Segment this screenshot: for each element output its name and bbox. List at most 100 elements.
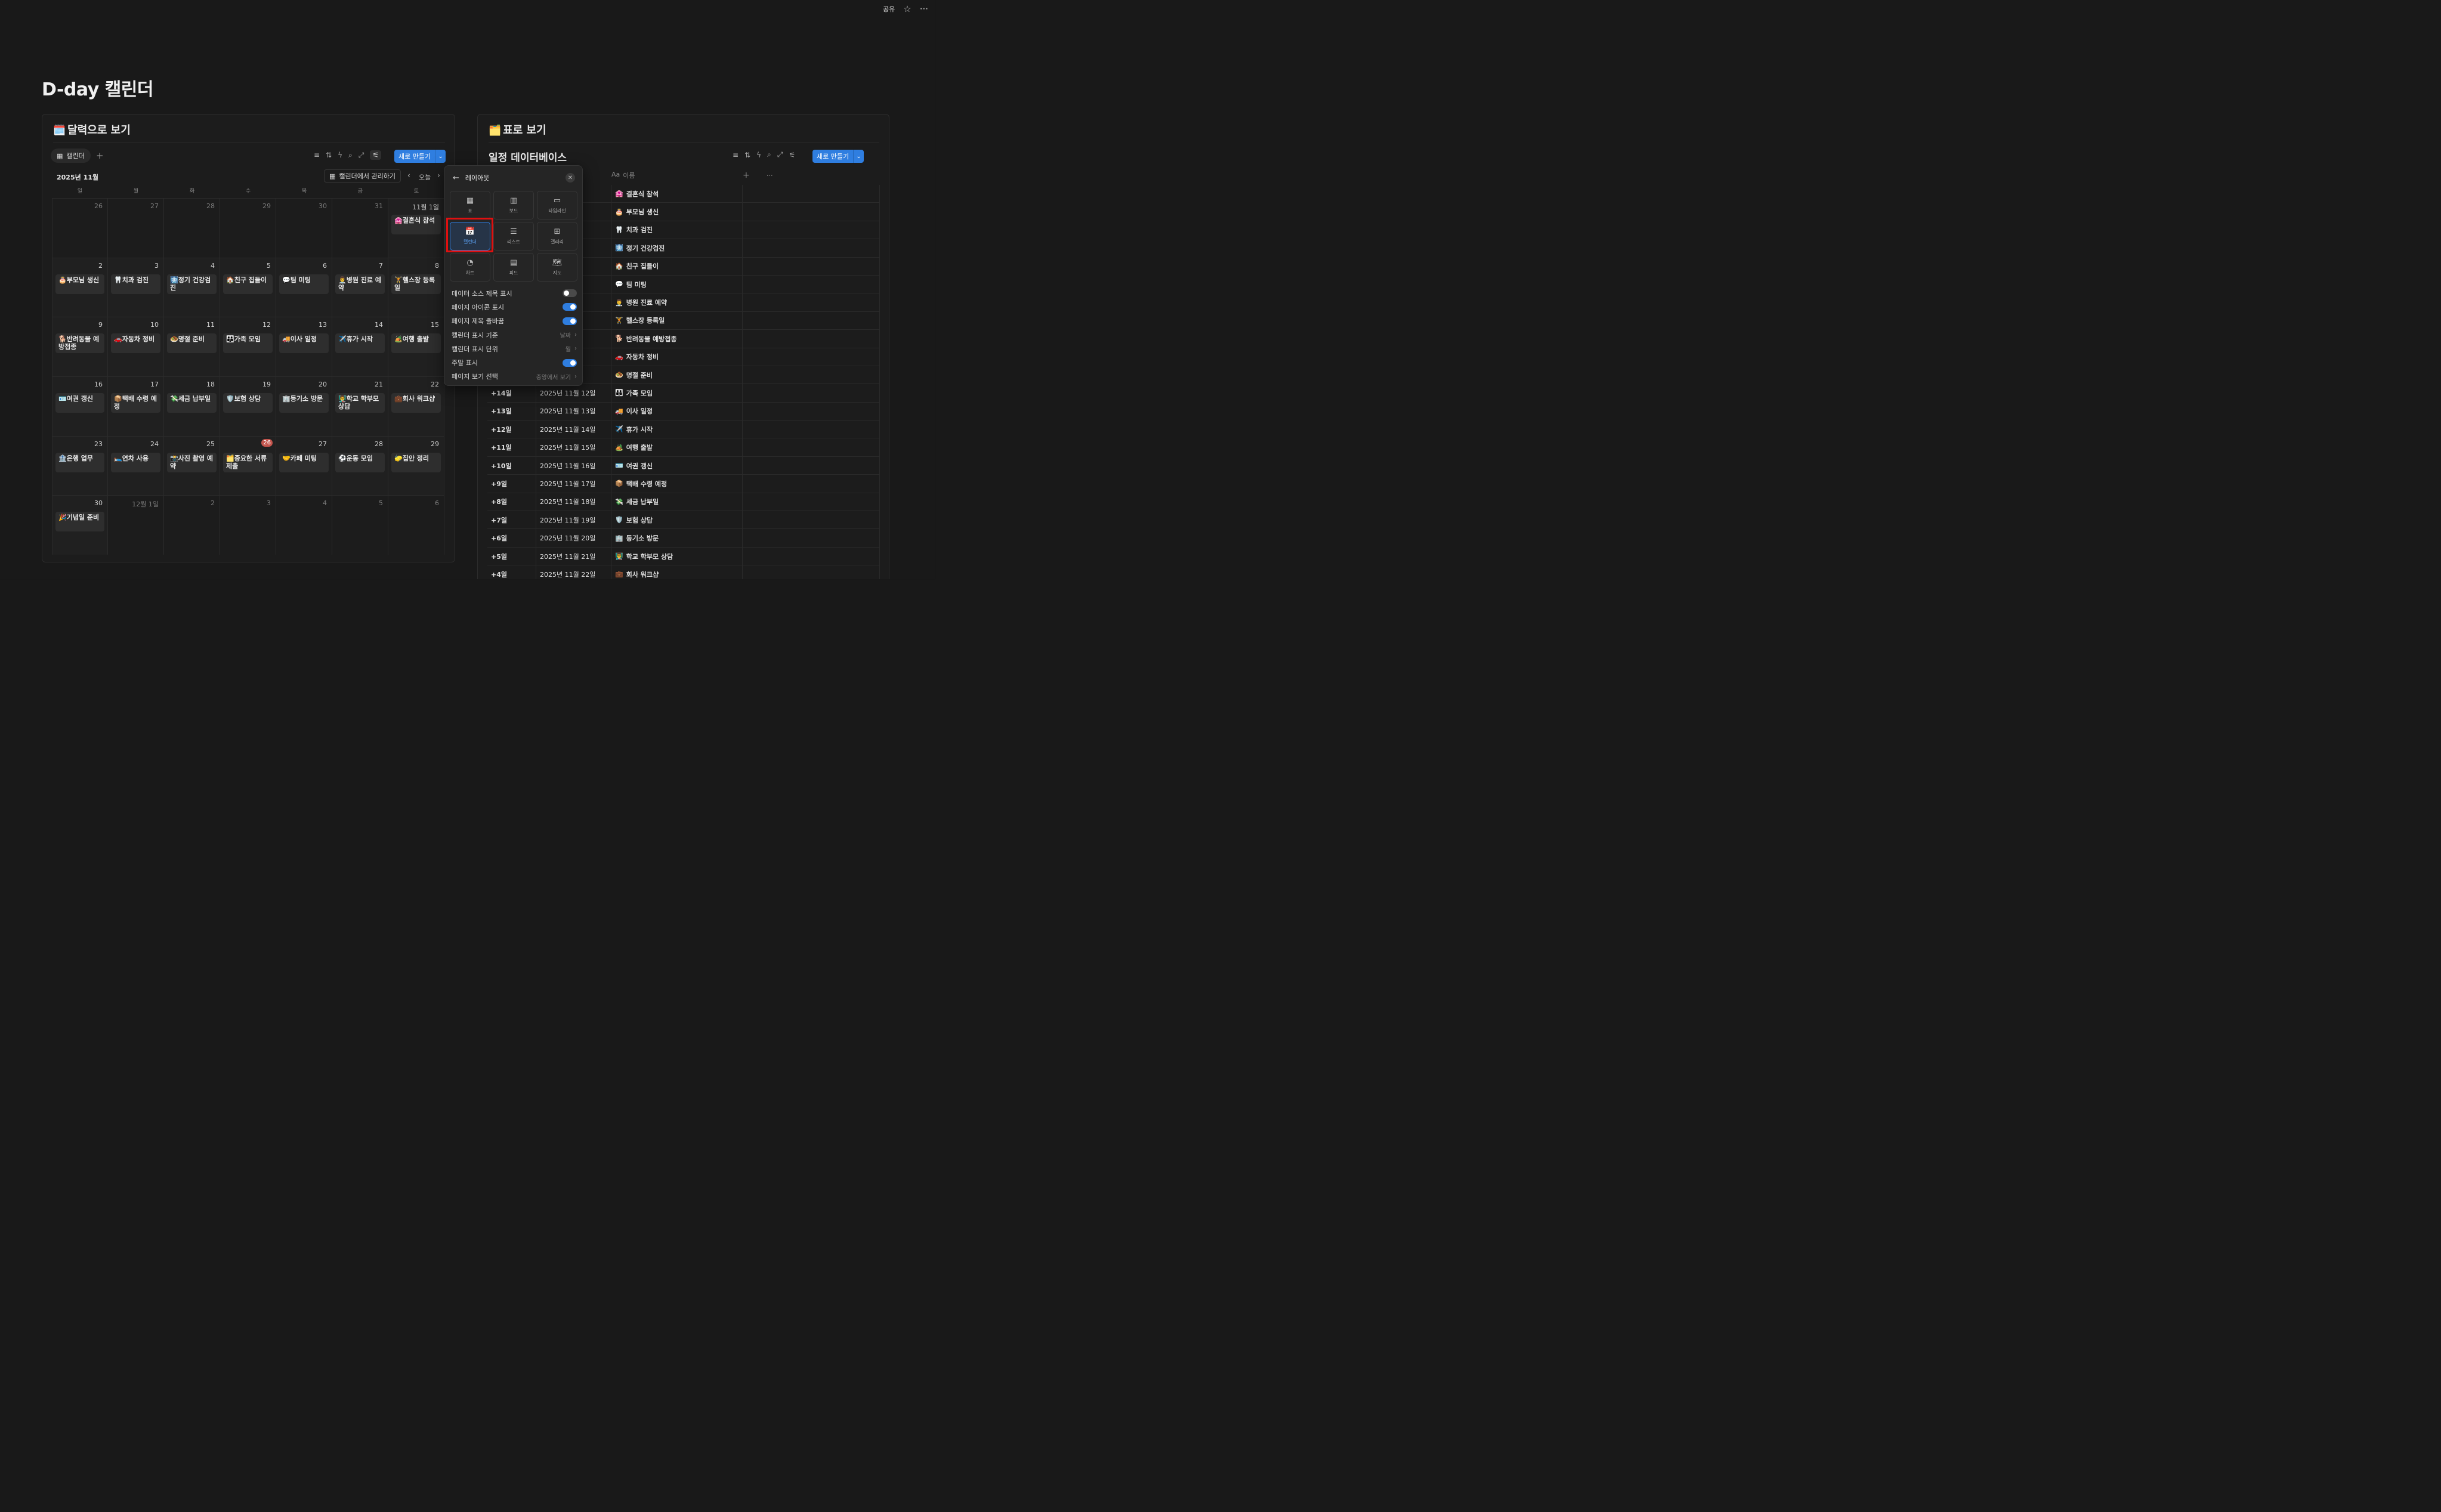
prev-month-icon[interactable]: ‹ xyxy=(407,171,410,180)
name-cell[interactable]: 💸 세금 납부일 xyxy=(611,493,743,511)
star-icon[interactable]: ☆ xyxy=(903,4,911,14)
automation-icon[interactable]: ϟ xyxy=(338,151,342,159)
toggle-switch[interactable] xyxy=(563,317,577,325)
calendar-event[interactable]: 🛡️보험 상담 xyxy=(223,393,273,413)
calendar-day-cell[interactable]: 21 👨‍🏫학교 학부모 상담 xyxy=(332,376,389,436)
calendar-day-cell[interactable]: 17 📦택배 수령 예정 xyxy=(108,376,165,436)
name-cell[interactable]: 🏩 결혼식 참석 xyxy=(611,185,743,203)
filter-icon[interactable]: ≡ xyxy=(733,151,739,159)
calendar-day-cell[interactable]: 9 🐕반려동물 예방접종 xyxy=(52,317,109,377)
name-cell[interactable]: 🏋️ 헬스장 등록일 xyxy=(611,311,743,330)
calendar-day-cell[interactable]: 29 xyxy=(220,198,277,258)
name-cell[interactable]: 🐕 반려동물 예방접종 xyxy=(611,330,743,348)
calendar-day-cell[interactable]: 18 💸세금 납부일 xyxy=(164,376,221,436)
toggle-switch[interactable] xyxy=(563,289,577,298)
table-row[interactable]: +13일 2025년 11월 13일 🚚 이사 일정 xyxy=(487,402,880,421)
layout-setting-row[interactable]: 주말 표시 xyxy=(452,355,577,369)
calendar-day-cell[interactable]: 28 ⚽운동 모임 xyxy=(332,435,389,496)
name-cell[interactable]: 🎂 부모님 생신 xyxy=(611,203,743,221)
table-row[interactable]: +14일 2025년 11월 12일 👪 가족 모임 xyxy=(487,384,880,403)
name-cell[interactable]: 👪 가족 모임 xyxy=(611,384,743,402)
calendar-day-cell[interactable]: 25 📸사진 촬영 예약 xyxy=(164,435,221,496)
expand-icon[interactable]: ⤢ xyxy=(777,150,783,159)
name-cell[interactable]: 🚚 이사 일정 xyxy=(611,402,743,420)
layout-option[interactable]: 🗺 지도 xyxy=(537,253,578,282)
calendar-day-cell[interactable]: 31 xyxy=(332,198,389,258)
calendar-day-cell[interactable]: 3 xyxy=(220,495,277,555)
layout-option[interactable]: ▦ 표 xyxy=(450,191,491,220)
table-row[interactable]: +10일 2025년 11월 16일 🪪 여권 갱신 xyxy=(487,456,880,475)
calendar-event[interactable]: 🧆명절 준비 xyxy=(167,333,217,354)
name-cell[interactable]: 🏕️ 여행 출발 xyxy=(611,438,743,456)
calendar-day-cell[interactable]: 4 xyxy=(276,495,333,555)
table-row[interactable]: +5일 2025년 11월 21일 👨‍🏫 학교 학부모 상담 xyxy=(487,547,880,566)
calendar-event[interactable]: 🏕️여행 출발 xyxy=(391,333,441,354)
name-cell[interactable]: ✈️ 휴가 시작 xyxy=(611,420,743,438)
name-cell[interactable]: 🧆 명절 준비 xyxy=(611,366,743,384)
name-cell[interactable]: 🏢 등기소 방문 xyxy=(611,529,743,547)
calendar-event[interactable]: 🎂부모님 생신 xyxy=(55,274,105,294)
calendar-day-cell[interactable]: 12 👪가족 모임 xyxy=(220,317,277,377)
calendar-event[interactable]: 🏋️헬스장 등록일 xyxy=(391,274,441,294)
name-cell[interactable]: 👨‍⚕️ 병원 진료 예약 xyxy=(611,293,743,311)
more-icon[interactable]: ··· xyxy=(767,172,773,180)
close-icon[interactable]: ✕ xyxy=(566,173,576,183)
setting-value[interactable]: 날짜 › xyxy=(560,330,577,339)
back-arrow-icon[interactable]: ← xyxy=(453,174,459,183)
calendar-event[interactable]: 📸사진 촬영 예약 xyxy=(167,452,217,472)
calendar-event[interactable]: 🎉기념일 준비 xyxy=(55,512,105,532)
table-row[interactable]: +11일 2025년 11월 15일 🏕️ 여행 출발 xyxy=(487,438,880,457)
chevron-down-icon[interactable]: ⌄ xyxy=(853,150,864,163)
calendar-event[interactable]: 💬팀 미팅 xyxy=(279,274,329,294)
calendar-event[interactable]: 💸세금 납부일 xyxy=(167,393,217,413)
calendar-day-cell[interactable]: 7 👨‍⚕️병원 진료 예약 xyxy=(332,257,389,317)
calendar-day-cell[interactable]: 24 🛌연차 사용 xyxy=(108,435,165,496)
new-button[interactable]: 새로 만들기 ⌄ xyxy=(812,150,864,163)
calendar-day-cell[interactable]: 26 xyxy=(52,198,109,258)
calendar-day-cell[interactable]: 30 xyxy=(276,198,333,258)
layout-setting-row[interactable]: 캘린더 표시 기준 날짜 › xyxy=(452,328,577,342)
name-cell[interactable]: 🩻 정기 건강검진 xyxy=(611,239,743,257)
calendar-event[interactable]: 🐕반려동물 예방접종 xyxy=(55,333,105,354)
name-cell[interactable]: 🦷 치과 검진 xyxy=(611,221,743,239)
calendar-event[interactable]: 👪가족 모임 xyxy=(223,333,273,354)
calendar-event[interactable]: 🏠친구 집들이 xyxy=(223,274,273,294)
calendar-day-cell[interactable]: 27 🤝카페 미팅 xyxy=(276,435,333,496)
table-row[interactable]: +9일 2025년 11월 17일 📦 택배 수령 예정 xyxy=(487,475,880,493)
calendar-event[interactable]: 🛌연차 사용 xyxy=(111,452,161,472)
calendar-day-cell[interactable]: 6 xyxy=(388,495,445,555)
calendar-event[interactable]: ✈️휴가 시작 xyxy=(335,333,385,354)
search-icon[interactable]: ⌕ xyxy=(767,150,771,159)
name-cell[interactable]: 📦 택배 수령 예정 xyxy=(611,475,743,493)
calendar-day-cell[interactable]: 19 🛡️보험 상담 xyxy=(220,376,277,436)
settings-icon[interactable]: ⚟ xyxy=(370,150,382,160)
calendar-day-cell[interactable]: 8 🏋️헬스장 등록일 xyxy=(388,257,445,317)
table-row[interactable]: +7일 2025년 11월 19일 🛡️ 보험 상담 xyxy=(487,511,880,530)
table-row[interactable]: +4일 2025년 11월 22일 💼 회사 워크샵 xyxy=(487,565,880,580)
calendar-day-cell[interactable]: 2 🎂부모님 생신 xyxy=(52,257,109,317)
column-header-name[interactable]: Aa 이름 xyxy=(611,171,743,180)
layout-option[interactable]: ▤ 피드 xyxy=(493,253,534,282)
table-row[interactable]: +12일 2025년 11월 14일 ✈️ 휴가 시작 xyxy=(487,420,880,439)
layout-setting-row[interactable]: 페이지 아이콘 표시 xyxy=(452,300,577,314)
setting-value[interactable]: 월 › xyxy=(566,344,577,353)
calendar-day-cell[interactable]: 13 🚚이사 일정 xyxy=(276,317,333,377)
calendar-day-cell[interactable]: 16 🪪여권 갱신 xyxy=(52,376,109,436)
calendar-day-cell[interactable]: 15 🏕️여행 출발 xyxy=(388,317,445,377)
calendar-day-cell[interactable]: 29 🧽집안 정리 xyxy=(388,435,445,496)
manage-in-calendar-button[interactable]: ▦ 캘린더에서 관리하기 xyxy=(324,169,401,183)
layout-option[interactable]: ⊞ 갤러리 xyxy=(537,222,578,251)
calendar-event[interactable]: 🤝카페 미팅 xyxy=(279,452,329,472)
calendar-event[interactable]: 🧽집안 정리 xyxy=(391,452,441,472)
calendar-event[interactable]: 🚗자동차 정비 xyxy=(111,333,161,354)
calendar-day-cell[interactable]: 14 ✈️휴가 시작 xyxy=(332,317,389,377)
settings-icon[interactable]: ⚟ xyxy=(789,151,795,159)
calendar-event[interactable]: 🏢등기소 방문 xyxy=(279,393,329,413)
calendar-event[interactable]: 🗂️중요한 서류 제출 xyxy=(223,452,273,472)
add-column-icon[interactable]: + xyxy=(743,171,767,180)
calendar-day-cell[interactable]: 5 xyxy=(332,495,389,555)
automation-icon[interactable]: ϟ xyxy=(756,151,761,159)
calendar-day-cell[interactable]: 26 🗂️중요한 서류 제출 xyxy=(220,435,277,496)
layout-option[interactable]: ☰ 리스트 xyxy=(493,222,534,251)
layout-setting-row[interactable]: 페이지 제목 줄바꿈 xyxy=(452,314,577,328)
